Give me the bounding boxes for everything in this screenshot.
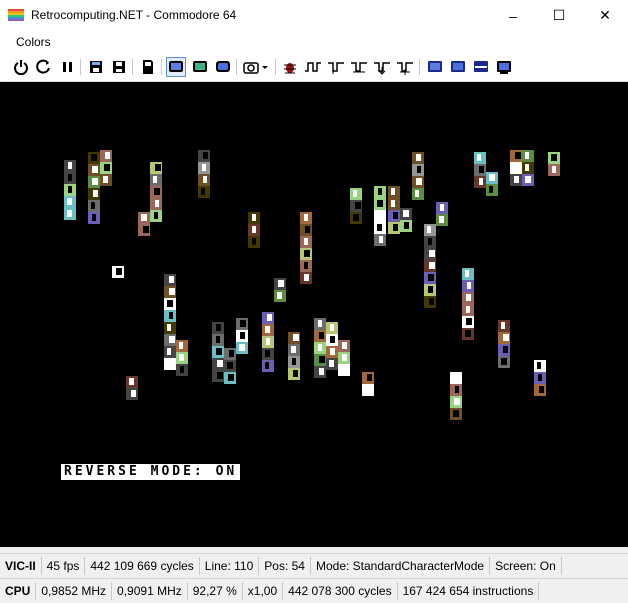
cpu-mhz-nominal: 0,9852 MHz [36, 582, 113, 600]
vic-label: VIC-II [0, 557, 42, 575]
raster-pos: Pos: 54 [259, 557, 311, 575]
rainbow-logo-icon [8, 9, 24, 23]
reverse-mode-message: REVERSE MODE: ON [61, 464, 241, 480]
pause-icon[interactable] [57, 57, 77, 77]
title-bar: Retrocomputing.NET - Commodore 64 – ☐ ✕ [0, 0, 628, 31]
bug-icon[interactable] [280, 57, 300, 77]
save-state-icon[interactable] [86, 57, 106, 77]
vic-cycles: 442 109 669 cycles [85, 557, 200, 575]
vic-status-bar: VIC-II 45 fps 442 109 669 cycles Line: 1… [0, 553, 628, 578]
cpu-cycles: 442 078 300 cycles [283, 582, 398, 600]
vic-mode: Mode: StandardCharacterMode [311, 557, 491, 575]
power-icon[interactable] [11, 57, 31, 77]
display-3-icon[interactable] [471, 57, 491, 77]
sd-card-icon[interactable] [138, 57, 158, 77]
c64-screen[interactable]: REVERSE MODE: ON [0, 82, 628, 547]
cpu-speed: x1,00 [243, 582, 284, 600]
minimize-icon[interactable]: – [490, 0, 536, 31]
display-2-icon[interactable] [448, 57, 468, 77]
display-4-icon[interactable] [494, 57, 514, 77]
waveform-2-icon[interactable] [326, 57, 346, 77]
close-icon[interactable]: ✕ [582, 0, 628, 31]
raster-line: Line: 110 [200, 557, 260, 575]
monitor-crt-icon[interactable] [213, 57, 233, 77]
camera-icon[interactable] [242, 57, 270, 77]
load-state-icon[interactable] [109, 57, 129, 77]
monitor-green-icon[interactable] [190, 57, 210, 77]
screen-state: Screen: On [490, 557, 562, 575]
window-title: Retrocomputing.NET - Commodore 64 [31, 8, 237, 22]
cpu-mhz-actual: 0,9091 MHz [112, 582, 188, 600]
cpu-percent: 92,27 % [188, 582, 243, 600]
waveform-4-icon[interactable] [372, 57, 392, 77]
menu-bar: Colors [0, 31, 628, 53]
menu-colors[interactable]: Colors [9, 35, 58, 49]
cpu-instructions: 167 424 654 instructions [398, 582, 540, 600]
maximize-icon[interactable]: ☐ [536, 0, 582, 31]
monitor-blue-icon[interactable] [166, 57, 186, 77]
waveform-1-icon[interactable] [303, 57, 323, 77]
waveform-5-icon[interactable] [395, 57, 415, 77]
display-1-icon[interactable] [425, 57, 445, 77]
cpu-label: CPU [0, 582, 37, 600]
fps-value: 45 fps [42, 557, 86, 575]
reset-icon[interactable] [34, 57, 54, 77]
cpu-status-bar: CPU 0,9852 MHz 0,9091 MHz 92,27 % x1,00 … [0, 578, 628, 603]
toolbar [0, 53, 628, 82]
waveform-3-icon[interactable] [349, 57, 369, 77]
